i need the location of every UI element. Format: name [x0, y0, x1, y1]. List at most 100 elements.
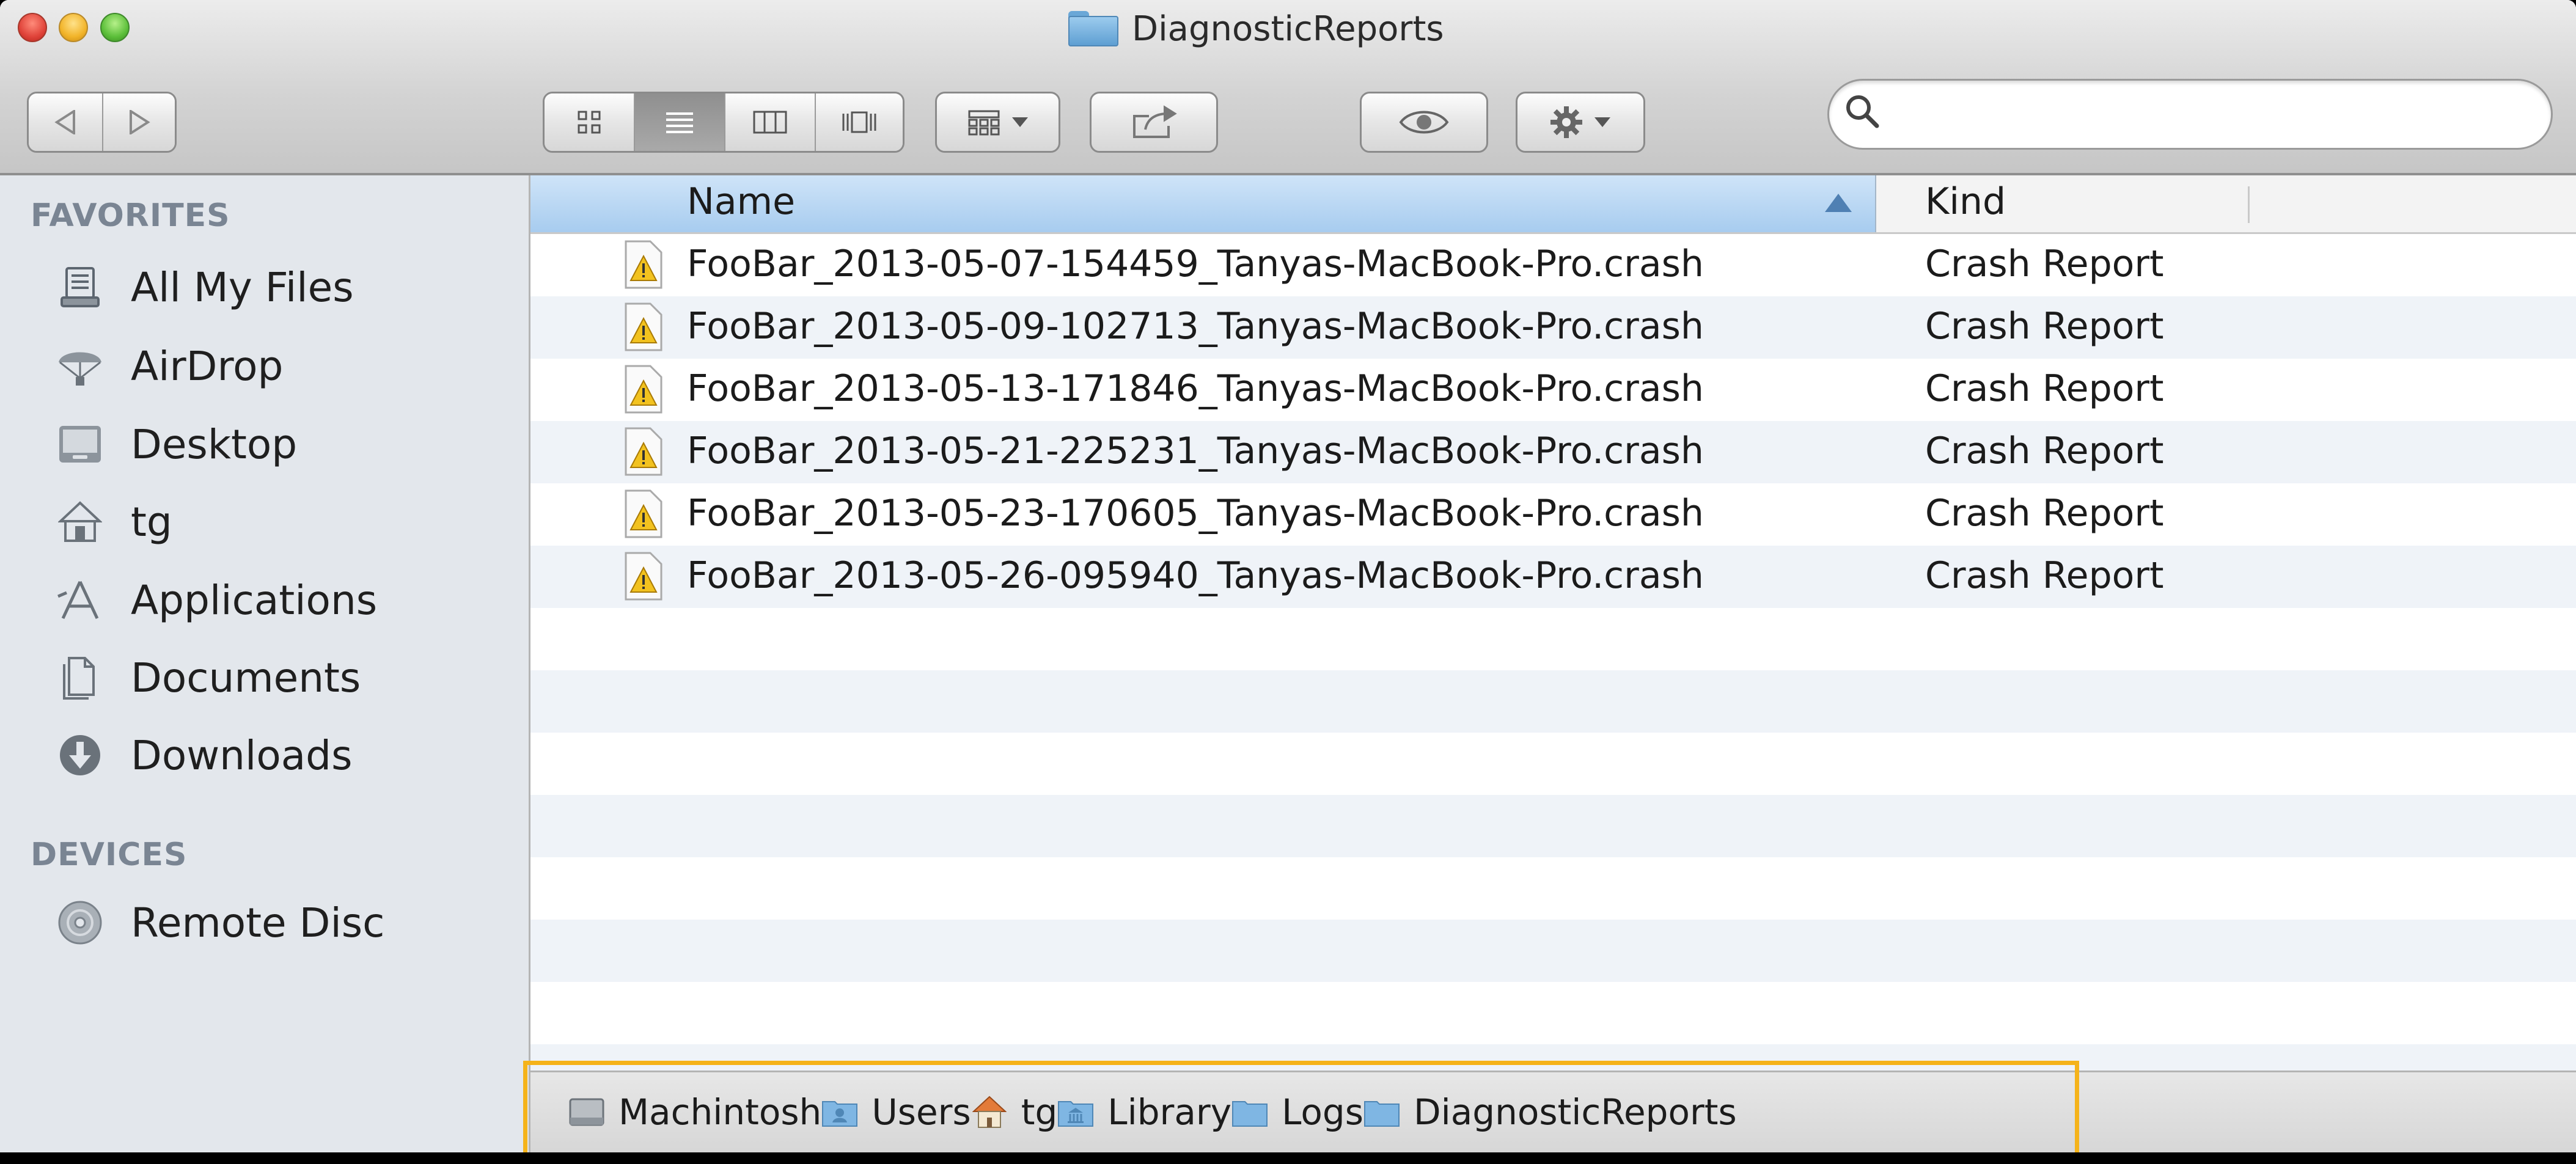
sidebar-item-desktop[interactable]: Desktop	[55, 411, 519, 478]
forward-button[interactable]	[103, 93, 175, 151]
file-kind: Crash Report	[1925, 305, 2164, 348]
all-my-files-icon	[55, 262, 105, 312]
column-view-icon	[753, 111, 787, 134]
column-header-name-label: Name	[687, 180, 796, 223]
crash-report-icon	[625, 240, 662, 289]
column-header-name[interactable]: Name	[530, 175, 1876, 232]
empty-row	[530, 670, 2576, 733]
sidebar-item-label: Documents	[131, 654, 361, 701]
forward-arrow-icon	[129, 110, 150, 134]
icon-view-icon	[578, 111, 601, 134]
sidebar-item-documents[interactable]: Documents	[55, 644, 519, 711]
window-title-area: DiagnosticReports	[1068, 9, 1444, 49]
empty-row	[530, 857, 2576, 920]
crash-report-icon	[625, 302, 662, 351]
folder-icon	[1068, 11, 1118, 46]
crash-report-icon	[625, 365, 662, 414]
file-name: FooBar_2013-05-23-170605_Tanyas-MacBook-…	[687, 492, 1704, 535]
action-menu-button[interactable]	[1516, 92, 1645, 153]
favorites-heading: FAVORITES	[31, 197, 230, 234]
remote-disc-icon	[55, 898, 105, 948]
file-rows: FooBar_2013-05-07-154459_Tanyas-MacBook-…	[530, 234, 2576, 1071]
sidebar-item-tg[interactable]: tg	[55, 488, 519, 555]
finder-window: DiagnosticReports FAVORITES All My Files…	[0, 0, 2576, 1152]
sidebar-item-label: tg	[131, 498, 172, 546]
file-name: FooBar_2013-05-13-171846_Tanyas-MacBook-…	[687, 367, 1704, 410]
cover-flow-button[interactable]	[816, 93, 903, 151]
sort-ascending-icon	[1825, 194, 1852, 212]
sidebar-item-label: Desktop	[131, 420, 298, 468]
devices-heading: DEVICES	[31, 836, 188, 873]
file-name: FooBar_2013-05-09-102713_Tanyas-MacBook-…	[687, 305, 1704, 348]
search-icon	[1846, 95, 1879, 128]
list-header: Name Kind	[530, 175, 2576, 234]
table-row[interactable]: FooBar_2013-05-21-225231_Tanyas-MacBook-…	[530, 421, 2576, 483]
list-view-button[interactable]	[635, 93, 725, 151]
empty-row	[530, 733, 2576, 795]
column-view-button[interactable]	[725, 93, 816, 151]
back-button[interactable]	[29, 93, 103, 151]
file-kind: Crash Report	[1925, 243, 2164, 285]
sidebar: FAVORITES All My Files AirDrop Desktop t…	[0, 175, 530, 1152]
table-row[interactable]: FooBar_2013-05-26-095940_Tanyas-MacBook-…	[530, 546, 2576, 608]
minimize-button[interactable]	[59, 13, 88, 42]
empty-row	[530, 795, 2576, 857]
home-icon	[55, 497, 105, 547]
file-kind: Crash Report	[1925, 492, 2164, 535]
icon-view-button[interactable]	[545, 93, 635, 151]
path-bar-highlight	[523, 1061, 2079, 1152]
sidebar-item-airdrop[interactable]: AirDrop	[55, 332, 519, 400]
arrange-button[interactable]	[935, 92, 1060, 153]
arrange-icon	[968, 110, 999, 136]
sidebar-item-label: Applications	[131, 576, 378, 624]
back-arrow-icon	[54, 110, 75, 134]
search-input[interactable]	[1890, 92, 2528, 138]
chevron-down-icon	[1011, 117, 1028, 127]
desktop-icon	[55, 419, 105, 469]
file-kind: Crash Report	[1925, 430, 2164, 472]
gear-icon	[1550, 106, 1582, 138]
sidebar-item-remote-disc[interactable]: Remote Disc	[55, 889, 519, 956]
window-title: DiagnosticReports	[1132, 9, 1444, 49]
quick-look-button[interactable]	[1360, 92, 1488, 153]
empty-row	[530, 982, 2576, 1044]
column-header-kind[interactable]: Kind	[1925, 180, 2006, 223]
table-row[interactable]: FooBar_2013-05-13-171846_Tanyas-MacBook-…	[530, 359, 2576, 421]
sidebar-item-applications[interactable]: Applications	[55, 566, 519, 634]
cover-flow-icon	[842, 111, 876, 133]
navigation-buttons	[27, 92, 177, 153]
sidebar-item-label: Downloads	[131, 731, 353, 779]
crash-report-icon	[625, 427, 662, 476]
column-divider[interactable]	[2248, 186, 2250, 223]
sidebar-item-label: Remote Disc	[131, 899, 385, 946]
documents-icon	[55, 653, 105, 703]
sidebar-item-all-my-files[interactable]: All My Files	[55, 254, 519, 321]
share-button[interactable]	[1090, 92, 1218, 153]
downloads-icon	[55, 730, 105, 780]
sidebar-item-label: AirDrop	[131, 342, 284, 390]
sidebar-item-downloads[interactable]: Downloads	[55, 722, 519, 789]
sidebar-item-label: All My Files	[131, 263, 354, 311]
table-row[interactable]: FooBar_2013-05-07-154459_Tanyas-MacBook-…	[530, 234, 2576, 296]
file-kind: Crash Report	[1925, 554, 2164, 597]
eye-icon	[1399, 111, 1449, 134]
toolbar: DiagnosticReports	[0, 0, 2576, 175]
zoom-button[interactable]	[100, 13, 130, 42]
crash-report-icon	[625, 552, 662, 601]
file-list: Name Kind FooBar_2013-05-07-154459_Tanya…	[530, 175, 2576, 1071]
airdrop-icon	[55, 341, 105, 391]
crash-report-icon	[625, 489, 662, 538]
file-name: FooBar_2013-05-26-095940_Tanyas-MacBook-…	[687, 554, 1704, 597]
search-field[interactable]	[1827, 79, 2553, 150]
table-row[interactable]: FooBar_2013-05-23-170605_Tanyas-MacBook-…	[530, 483, 2576, 546]
list-view-icon	[666, 112, 693, 133]
empty-row	[530, 920, 2576, 982]
share-icon	[1133, 105, 1177, 138]
table-row[interactable]: FooBar_2013-05-09-102713_Tanyas-MacBook-…	[530, 296, 2576, 359]
file-name: FooBar_2013-05-21-225231_Tanyas-MacBook-…	[687, 430, 1704, 472]
close-button[interactable]	[18, 13, 47, 42]
applications-icon	[55, 575, 105, 625]
file-kind: Crash Report	[1925, 367, 2164, 410]
chevron-down-icon	[1594, 117, 1610, 127]
empty-row	[530, 608, 2576, 670]
